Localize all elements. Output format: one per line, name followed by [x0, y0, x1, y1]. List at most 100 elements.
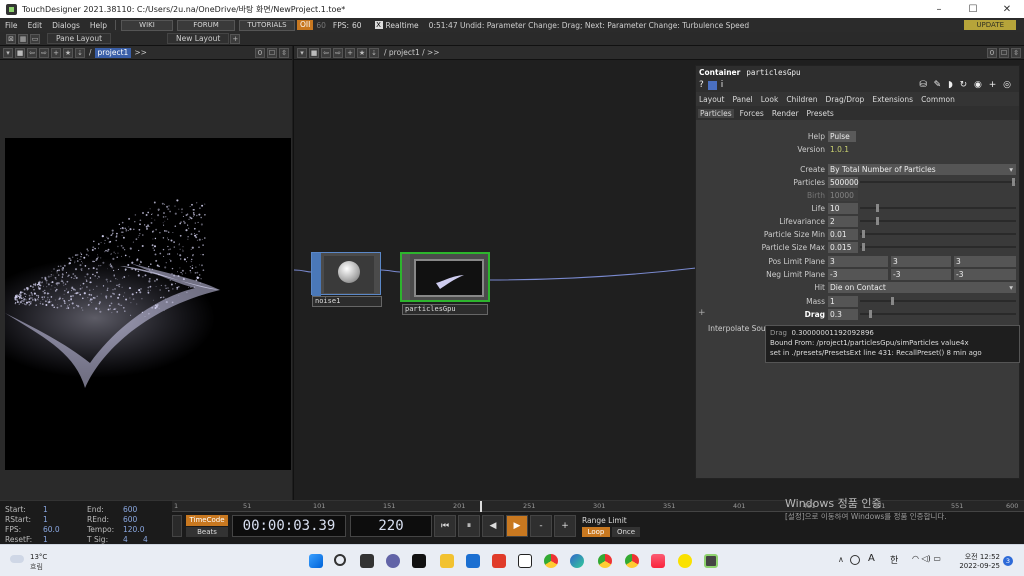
clock-date[interactable]: 2022-09-25 [955, 562, 1000, 570]
weather-desc[interactable]: 흐림 [30, 562, 43, 572]
psize-max-slider[interactable] [860, 246, 1016, 248]
menu-dialogs[interactable]: Dialogs [47, 21, 85, 30]
neg-limit-z[interactable]: -3 [954, 269, 1016, 280]
slider-knob[interactable] [869, 310, 872, 318]
slider-knob[interactable] [876, 217, 879, 225]
favorite-icon[interactable]: ★ [63, 47, 73, 58]
fps-value[interactable]: 60.0 [43, 525, 60, 534]
path-project[interactable]: project1 [94, 47, 132, 58]
import-icon[interactable]: ⇣ [75, 47, 85, 58]
slider-knob[interactable] [891, 297, 894, 305]
tab-layout[interactable]: Layout [699, 95, 725, 104]
realtime-checkbox[interactable]: X [374, 21, 383, 29]
task-view-icon[interactable] [360, 554, 374, 568]
parameter-dialog[interactable]: Container particlesGpu ? i ⛁ ✎ ◗ ↻ ◉ + ◎… [695, 65, 1020, 479]
forward-arrow-icon[interactable]: ⇨ [39, 47, 49, 58]
python-help-icon[interactable] [707, 80, 717, 90]
step-minus-button[interactable]: - [530, 515, 552, 537]
drag-slider[interactable] [860, 313, 1016, 315]
hit-menu[interactable]: Die on Contact [828, 282, 1016, 293]
lifevariance-slider[interactable] [860, 220, 1016, 222]
node-name[interactable]: particlesGpu [402, 304, 488, 315]
layout-icon[interactable]: ▦ [18, 33, 28, 44]
music-icon[interactable] [651, 554, 665, 568]
param-tools-icons[interactable]: ⛁ ✎ ◗ ↻ ◉ + ◎ [919, 80, 1013, 90]
pause-button[interactable]: ⏸ [458, 515, 480, 537]
psize-max-field[interactable]: 0.015 [828, 242, 858, 253]
clock-time[interactable]: 오전 12:52 [960, 552, 1000, 562]
notification-badge[interactable]: 3 [1003, 556, 1013, 566]
life-slider[interactable] [860, 207, 1016, 209]
tab-render[interactable]: Render [770, 109, 801, 118]
timecode-display[interactable]: 00:00:03.39 [232, 515, 346, 537]
tab-drag-drop[interactable]: Drag/Drop [826, 95, 865, 104]
notion-icon[interactable] [518, 554, 532, 568]
tab-common[interactable]: Common [921, 95, 955, 104]
tsig-b-value[interactable]: 4 [143, 535, 148, 544]
chat-icon[interactable] [386, 554, 400, 568]
lifevariance-field[interactable]: 2 [828, 216, 858, 227]
pane-settings-icon[interactable]: ⇳ [279, 47, 289, 58]
pane-menu-icon[interactable]: ▾ [3, 47, 13, 58]
maximize-pane-icon[interactable]: ☐ [267, 47, 277, 58]
tab-presets[interactable]: Presets [805, 109, 836, 118]
node-name[interactable]: noise1 [312, 296, 382, 307]
input-lang-a[interactable]: A [868, 553, 875, 564]
mass-slider[interactable] [860, 300, 1016, 302]
tab-look[interactable]: Look [761, 95, 779, 104]
step-plus-button[interactable]: + [554, 515, 576, 537]
wiki-button[interactable]: WIKI [121, 19, 173, 31]
kakaotalk-icon[interactable] [678, 554, 692, 568]
tab-forces[interactable]: Forces [738, 109, 766, 118]
close-button[interactable]: ✕ [990, 4, 1024, 15]
pos-limit-x[interactable]: 3 [828, 256, 888, 267]
search-icon[interactable] [334, 554, 346, 566]
once-button[interactable]: Once [612, 527, 640, 537]
psize-min-field[interactable]: 0.01 [828, 229, 858, 240]
edge-icon[interactable] [570, 554, 584, 568]
weather-temp[interactable]: 13°C [30, 553, 47, 561]
psize-min-slider[interactable] [860, 233, 1016, 235]
loop-button[interactable]: Loop [582, 527, 610, 537]
pulse-button[interactable]: Pulse [828, 131, 856, 142]
update-button[interactable]: UPDATE [964, 20, 1016, 30]
forum-button[interactable]: FORUM [177, 19, 235, 31]
menu-edit[interactable]: Edit [23, 21, 48, 30]
system-tray-icon[interactable] [850, 555, 860, 565]
rstart-value[interactable]: 1 [43, 515, 48, 524]
wifi-volume-battery-icons[interactable]: ◠ ◁) ▭ [912, 554, 941, 563]
start-icon[interactable] [309, 554, 323, 568]
help-icon[interactable]: ? [699, 80, 704, 90]
start-value[interactable]: 1 [43, 505, 48, 514]
touchdesigner-taskbar-icon[interactable] [704, 554, 718, 568]
end-value[interactable]: 600 [123, 505, 137, 514]
drag-field[interactable]: 0.3 [828, 309, 858, 320]
tab-children[interactable]: Children [786, 95, 817, 104]
chrome-profile-icon[interactable] [625, 554, 639, 568]
chrome-profile-icon[interactable] [598, 554, 612, 568]
slider-knob[interactable] [862, 230, 865, 238]
neg-limit-y[interactable]: -3 [891, 269, 951, 280]
resetf-value[interactable]: 1 [43, 535, 48, 544]
add-layout-button[interactable]: + [230, 33, 241, 44]
tab-panel[interactable]: Panel [733, 95, 753, 104]
particles-field[interactable]: 500000 [828, 177, 859, 188]
menu-file[interactable]: File [0, 21, 23, 30]
office-icon[interactable] [492, 554, 506, 568]
rewind-button[interactable]: ⏮ [434, 515, 456, 537]
particles-slider[interactable] [860, 181, 1016, 183]
expand-plus-icon[interactable]: + [698, 308, 706, 318]
create-menu[interactable]: By Total Number of Particles [828, 164, 1016, 175]
tutorials-button[interactable]: TUTORIALS [239, 19, 295, 31]
chevron-up-icon[interactable]: ∧ [838, 555, 844, 564]
file-explorer-icon[interactable] [440, 554, 454, 568]
back-arrow-icon[interactable]: ⇦ [27, 47, 37, 58]
path-more[interactable]: >> [131, 48, 150, 57]
netflix-icon[interactable] [412, 554, 426, 568]
input-lang-ko[interactable]: 한 [890, 553, 898, 566]
pane-layout-button[interactable]: Pane Layout [47, 33, 112, 44]
pane-type-icon[interactable]: ■ [15, 47, 25, 58]
slider-knob[interactable] [1012, 178, 1015, 186]
pos-limit-z[interactable]: 3 [954, 256, 1016, 267]
slider-knob[interactable] [876, 204, 879, 212]
